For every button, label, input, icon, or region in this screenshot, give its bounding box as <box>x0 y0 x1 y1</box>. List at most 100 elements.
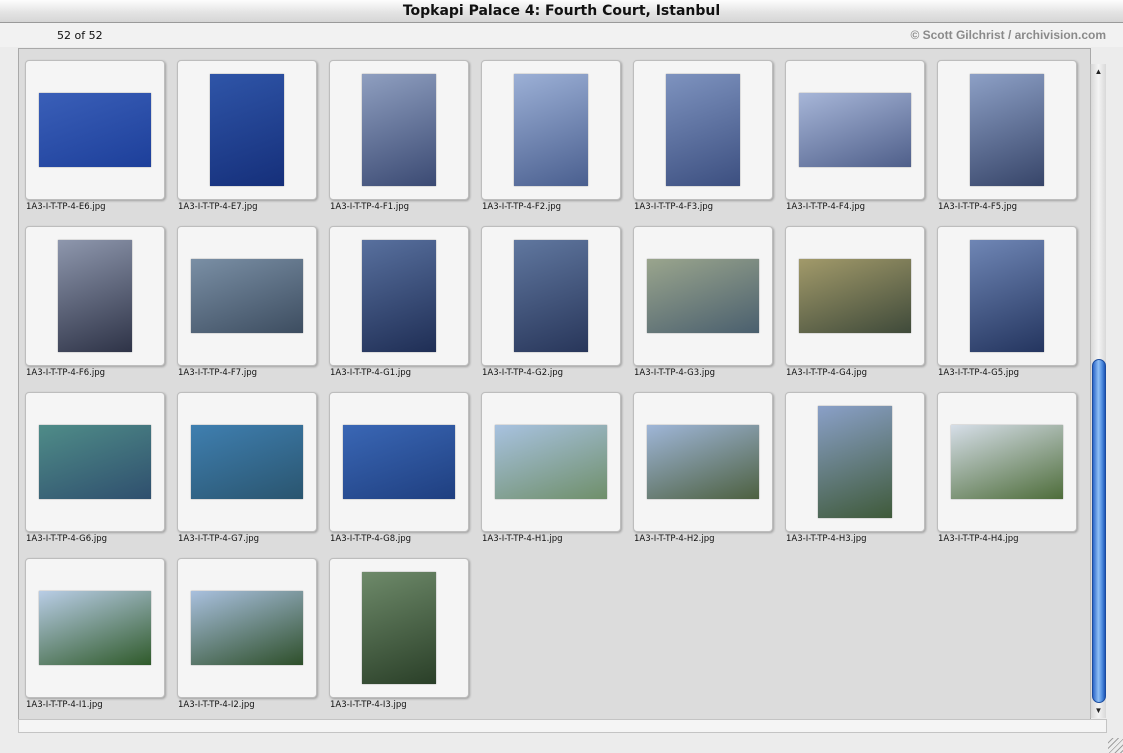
thumbnail-photo[interactable] <box>514 74 588 186</box>
thumbnail-filename: 1A3-I-T-TP-4-H4.jpg <box>938 534 1019 544</box>
thumbnail-filename: 1A3-I-T-TP-4-I2.jpg <box>178 700 255 710</box>
slide-mount[interactable] <box>481 226 621 366</box>
thumbnail-filename: 1A3-I-T-TP-4-I3.jpg <box>330 700 407 710</box>
thumbnail-item[interactable]: 1A3-I-T-TP-4-G7.jpg <box>171 382 323 548</box>
thumbnail-photo[interactable] <box>362 240 436 352</box>
thumbnail-item[interactable]: 1A3-I-T-TP-4-I1.jpg <box>19 548 171 714</box>
thumbnail-filename: 1A3-I-T-TP-4-H1.jpg <box>482 534 563 544</box>
thumbnail-photo[interactable] <box>39 425 151 499</box>
thumbnail-item[interactable]: 1A3-I-T-TP-4-H1.jpg <box>475 382 627 548</box>
slide-mount[interactable] <box>633 392 773 532</box>
slide-mount[interactable] <box>633 226 773 366</box>
thumbnail-item[interactable]: 1A3-I-T-TP-4-H2.jpg <box>627 382 779 548</box>
slide-mount[interactable] <box>937 60 1077 200</box>
slide-mount[interactable] <box>785 60 925 200</box>
thumbnail-filename: 1A3-I-T-TP-4-G1.jpg <box>330 368 412 378</box>
thumbnail-filename: 1A3-I-T-TP-4-F5.jpg <box>938 202 1018 212</box>
slide-mount[interactable] <box>937 226 1077 366</box>
slide-mount[interactable] <box>481 60 621 200</box>
thumbnail-photo[interactable] <box>647 425 759 499</box>
slide-mount[interactable] <box>177 60 317 200</box>
thumbnail-item[interactable]: 1A3-I-T-TP-4-G1.jpg <box>323 216 475 382</box>
thumbnail-item[interactable]: 1A3-I-T-TP-4-I2.jpg <box>171 548 323 714</box>
thumbnail-browser: 1A3-I-T-TP-4-E6.jpg 1A3-I-T-TP-4-E7.jpg 1A… <box>18 48 1091 720</box>
thumbnail-filename: 1A3-I-T-TP-4-F7.jpg <box>178 368 258 378</box>
thumbnail-item[interactable]: 1A3-I-T-TP-4-G4.jpg <box>779 216 931 382</box>
thumbnail-item[interactable]: 1A3-I-T-TP-4-F6.jpg <box>19 216 171 382</box>
thumbnail-filename: 1A3-I-T-TP-4-H2.jpg <box>634 534 715 544</box>
thumbnail-item[interactable]: 1A3-I-T-TP-4-E7.jpg <box>171 50 323 216</box>
thumbnail-item[interactable]: 1A3-I-T-TP-4-H4.jpg <box>931 382 1083 548</box>
thumbnail-photo[interactable] <box>58 240 132 352</box>
thumbnail-item[interactable]: 1A3-I-T-TP-4-F7.jpg <box>171 216 323 382</box>
thumbnail-filename: 1A3-I-T-TP-4-G5.jpg <box>938 368 1020 378</box>
slide-mount[interactable] <box>25 60 165 200</box>
thumbnail-filename: 1A3-I-T-TP-4-E7.jpg <box>178 202 258 212</box>
thumbnail-photo[interactable] <box>970 74 1044 186</box>
thumbnail-photo[interactable] <box>39 93 151 167</box>
status-strip <box>18 719 1107 733</box>
thumbnail-photo[interactable] <box>799 259 911 333</box>
slide-mount[interactable] <box>329 60 469 200</box>
slide-mount[interactable] <box>25 558 165 698</box>
thumbnail-grid: 1A3-I-T-TP-4-E6.jpg 1A3-I-T-TP-4-E7.jpg 1A… <box>19 49 1090 719</box>
slide-mount[interactable] <box>785 226 925 366</box>
thumbnail-item[interactable]: 1A3-I-T-TP-4-F4.jpg <box>779 50 931 216</box>
slide-mount[interactable] <box>785 392 925 532</box>
slide-mount[interactable] <box>177 226 317 366</box>
thumbnail-photo[interactable] <box>951 425 1063 499</box>
thumbnail-item[interactable]: 1A3-I-T-TP-4-G5.jpg <box>931 216 1083 382</box>
slide-mount[interactable] <box>329 392 469 532</box>
thumbnail-filename: 1A3-I-T-TP-4-I1.jpg <box>26 700 103 710</box>
thumbnail-photo[interactable] <box>495 425 607 499</box>
slide-mount[interactable] <box>329 558 469 698</box>
thumbnail-photo[interactable] <box>799 93 911 167</box>
thumbnail-item[interactable]: 1A3-I-T-TP-4-F2.jpg <box>475 50 627 216</box>
thumbnail-item[interactable]: 1A3-I-T-TP-4-G2.jpg <box>475 216 627 382</box>
resize-grip-icon[interactable] <box>1108 738 1123 753</box>
thumbnail-photo[interactable] <box>514 240 588 352</box>
thumbnail-photo[interactable] <box>343 425 455 499</box>
info-bar: 52 of 52 © Scott Gilchrist / archivision… <box>0 23 1123 47</box>
thumbnail-photo[interactable] <box>362 572 436 684</box>
scroll-thumb[interactable] <box>1092 359 1106 703</box>
thumbnail-item[interactable]: 1A3-I-T-TP-4-H3.jpg <box>779 382 931 548</box>
thumbnail-filename: 1A3-I-T-TP-4-G7.jpg <box>178 534 260 544</box>
thumbnail-photo[interactable] <box>39 591 151 665</box>
slide-mount[interactable] <box>329 226 469 366</box>
scroll-up-arrow-icon[interactable]: ▲ <box>1091 64 1106 79</box>
thumbnail-photo[interactable] <box>362 74 436 186</box>
thumbnail-item[interactable]: 1A3-I-T-TP-4-G3.jpg <box>627 216 779 382</box>
thumbnail-item[interactable]: 1A3-I-T-TP-4-I3.jpg <box>323 548 475 714</box>
thumbnail-item[interactable]: 1A3-I-T-TP-4-F3.jpg <box>627 50 779 216</box>
image-count: 52 of 52 <box>57 29 103 42</box>
thumbnail-item[interactable]: 1A3-I-T-TP-4-E6.jpg <box>19 50 171 216</box>
thumbnail-filename: 1A3-I-T-TP-4-F2.jpg <box>482 202 562 212</box>
scroll-down-arrow-icon[interactable]: ▼ <box>1091 703 1106 718</box>
thumbnail-filename: 1A3-I-T-TP-4-G6.jpg <box>26 534 108 544</box>
thumbnail-photo[interactable] <box>191 425 303 499</box>
thumbnail-photo[interactable] <box>647 259 759 333</box>
thumbnail-item[interactable]: 1A3-I-T-TP-4-F1.jpg <box>323 50 475 216</box>
thumbnail-filename: 1A3-I-T-TP-4-H3.jpg <box>786 534 867 544</box>
thumbnail-filename: 1A3-I-T-TP-4-G4.jpg <box>786 368 868 378</box>
thumbnail-item[interactable]: 1A3-I-T-TP-4-G6.jpg <box>19 382 171 548</box>
thumbnail-photo[interactable] <box>210 74 284 186</box>
slide-mount[interactable] <box>25 392 165 532</box>
thumbnail-item[interactable]: 1A3-I-T-TP-4-G8.jpg <box>323 382 475 548</box>
thumbnail-filename: 1A3-I-T-TP-4-F6.jpg <box>26 368 106 378</box>
thumbnail-photo[interactable] <box>970 240 1044 352</box>
thumbnail-photo[interactable] <box>818 406 892 518</box>
slide-mount[interactable] <box>177 558 317 698</box>
slide-mount[interactable] <box>937 392 1077 532</box>
slide-mount[interactable] <box>633 60 773 200</box>
vertical-scrollbar[interactable]: ▲ ▼ <box>1090 64 1106 718</box>
slide-mount[interactable] <box>177 392 317 532</box>
thumbnail-photo[interactable] <box>666 74 740 186</box>
thumbnail-photo[interactable] <box>191 259 303 333</box>
slide-mount[interactable] <box>481 392 621 532</box>
thumbnail-photo[interactable] <box>191 591 303 665</box>
thumbnail-filename: 1A3-I-T-TP-4-F3.jpg <box>634 202 714 212</box>
thumbnail-item[interactable]: 1A3-I-T-TP-4-F5.jpg <box>931 50 1083 216</box>
slide-mount[interactable] <box>25 226 165 366</box>
